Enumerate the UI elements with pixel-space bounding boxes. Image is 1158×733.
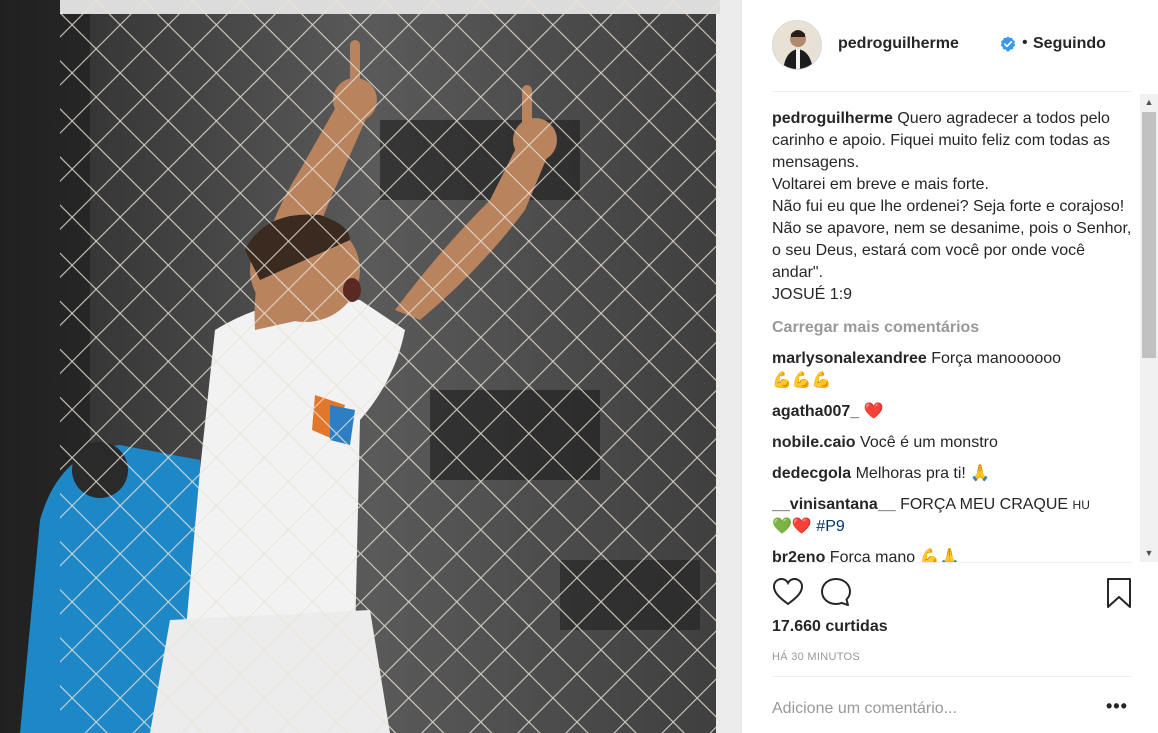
post-caption: pedroguilherme Quero agradecer a todos p…: [772, 108, 1132, 306]
comment-icon[interactable]: [820, 577, 852, 607]
post-header: pedroguilherme • Seguindo: [772, 20, 1132, 92]
comment-username[interactable]: marlysonalexandree: [772, 350, 927, 367]
post-author-username[interactable]: pedroguilherme: [838, 35, 959, 53]
comments-scrollbar[interactable]: ▲ ▼: [1140, 94, 1158, 562]
more-options-icon[interactable]: •••: [1106, 697, 1130, 718]
load-more-comments-button[interactable]: Carregar mais comentários: [772, 317, 1132, 339]
bookmark-icon[interactable]: [1106, 577, 1132, 609]
hashtag-link[interactable]: #P9: [816, 518, 844, 535]
comments-list[interactable]: pedroguilherme Quero agradecer a todos p…: [772, 108, 1132, 562]
add-comment-section: •••: [772, 676, 1132, 733]
comment-item: marlysonalexandree Força manoooooo 💪💪💪: [772, 348, 1132, 392]
post-timestamp[interactable]: HÁ 30 MINUTOS: [772, 651, 860, 663]
post-image: [0, 0, 742, 733]
comment-item: nobile.caio Você é um monstro: [772, 432, 1132, 454]
comment-text: FORÇA MEU CRAQUE: [900, 496, 1069, 513]
avatar-image: [773, 21, 821, 69]
comment-emoji: ❤️: [863, 403, 884, 420]
comment-item: dedecgola Melhoras pra ti! 🙏: [772, 463, 1132, 485]
caption-text: Quero agradecer a todos pelo carinho e a…: [772, 110, 1132, 303]
likes-count[interactable]: 17.660 curtidas: [772, 618, 888, 636]
comment-text: Você é um monstro: [860, 434, 998, 451]
comment-username[interactable]: agatha007_: [772, 403, 859, 420]
comment-username[interactable]: __vinisantana__: [772, 496, 896, 513]
comment-username[interactable]: dedecgola: [772, 465, 851, 482]
separator-dot: •: [1022, 34, 1028, 51]
comment-text: Melhoras pra ti!: [855, 465, 966, 482]
avatar[interactable]: [772, 20, 822, 70]
following-button[interactable]: Seguindo: [1033, 35, 1106, 53]
comment-text: Força manoooooo: [931, 350, 1062, 367]
comment-emoji: 💪💪💪: [772, 372, 832, 389]
verified-badge-icon: [1000, 36, 1016, 52]
caption-username[interactable]: pedroguilherme: [772, 110, 893, 127]
comment-item: __vinisantana__ FORÇA MEU CRAQUE HU 💚❤️ …: [772, 494, 1132, 538]
comment-item: agatha007_ ❤️: [772, 401, 1132, 423]
comment-username[interactable]: nobile.caio: [772, 434, 856, 451]
comment-emoji: 💚❤️: [772, 518, 812, 535]
post-actions-bar: [772, 562, 1132, 622]
comment-emoji: 💪🙏: [919, 549, 960, 562]
post-details-panel: pedroguilherme • Seguindo pedroguilherme…: [742, 0, 1158, 733]
add-comment-input[interactable]: [772, 697, 1092, 721]
comment-small-text: HU: [1072, 498, 1090, 512]
comment-username[interactable]: br2eno: [772, 549, 825, 562]
heart-icon[interactable]: [772, 577, 804, 607]
comment-text: Força mano: [829, 549, 916, 562]
scroll-up-arrow-icon[interactable]: ▲: [1140, 94, 1158, 111]
post-photo[interactable]: [0, 0, 742, 733]
scrollbar-thumb[interactable]: [1142, 112, 1156, 358]
comment-item: br2eno Força mano 💪🙏: [772, 547, 1132, 562]
comment-emoji: 🙏: [970, 465, 991, 482]
scroll-down-arrow-icon[interactable]: ▼: [1140, 545, 1158, 562]
